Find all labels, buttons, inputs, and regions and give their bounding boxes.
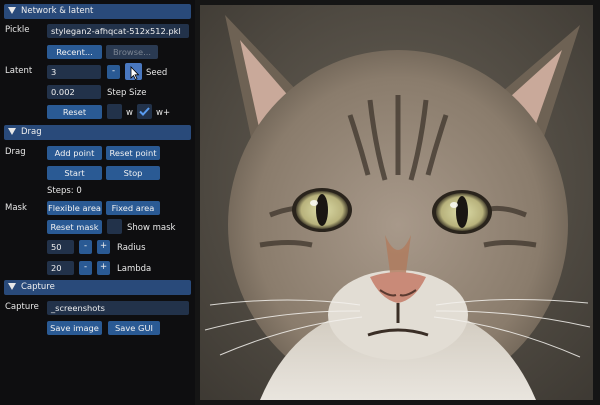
reset-point-button[interactable]: Reset point (106, 146, 160, 160)
collapse-arrow-icon (8, 7, 16, 14)
step-size-input[interactable]: 0.002 (47, 85, 101, 99)
checkmark-icon (139, 107, 150, 116)
w-checkbox[interactable] (107, 104, 122, 119)
collapse-arrow-icon (8, 283, 16, 290)
pickle-path-field[interactable]: stylegan2-afhqcat-512x512.pkl (47, 24, 189, 38)
lambda-label: Lambda (117, 264, 152, 274)
generated-cat-image[interactable] (200, 5, 593, 400)
wplus-label: w+ (156, 108, 171, 118)
mouse-cursor-icon (130, 66, 140, 81)
flexible-area-button[interactable]: Flexible area (47, 201, 102, 215)
browse-button[interactable]: Browse... (106, 45, 158, 59)
fixed-area-button[interactable]: Fixed area (106, 201, 160, 215)
show-mask-label: Show mask (127, 223, 176, 233)
latent-label: Latent (5, 66, 33, 76)
seed-increment-button[interactable] (125, 63, 142, 81)
drag-label: Drag (5, 147, 26, 157)
start-button[interactable]: Start (47, 166, 102, 180)
radius-increment-button[interactable]: + (97, 240, 110, 254)
lambda-increment-button[interactable]: + (97, 261, 110, 275)
section-title: Capture (21, 282, 55, 292)
section-header-network[interactable]: Network & latent (4, 4, 191, 19)
save-image-button[interactable]: Save image (47, 321, 102, 335)
stop-button[interactable]: Stop (106, 166, 160, 180)
steps-counter: Steps: 0 (47, 186, 82, 196)
section-title: Network & latent (21, 6, 94, 16)
seed-decrement-button[interactable]: - (107, 65, 120, 79)
seed-input[interactable]: 3 (47, 65, 101, 79)
w-label: w (126, 108, 133, 118)
radius-label: Radius (117, 243, 146, 253)
radius-input[interactable]: 50 (47, 240, 74, 254)
pickle-label: Pickle (5, 25, 30, 35)
reset-mask-button[interactable]: Reset mask (47, 220, 102, 234)
cat-photo-illustration (200, 5, 593, 400)
section-header-capture[interactable]: Capture (4, 280, 191, 295)
lambda-decrement-button[interactable]: - (79, 261, 92, 275)
seed-label: Seed (146, 68, 168, 78)
collapse-arrow-icon (8, 128, 16, 135)
control-panel: Network & latent Pickle stylegan2-afhqca… (0, 0, 195, 405)
show-mask-checkbox[interactable] (107, 219, 122, 234)
wplus-checkbox[interactable] (137, 104, 152, 119)
recent-button[interactable]: Recent... (47, 45, 102, 59)
reset-latent-button[interactable]: Reset (47, 105, 102, 119)
save-gui-button[interactable]: Save GUI (108, 321, 160, 335)
section-header-drag[interactable]: Drag (4, 125, 191, 140)
capture-label: Capture (5, 302, 39, 312)
capture-path-field[interactable]: _screenshots (47, 301, 189, 315)
radius-decrement-button[interactable]: - (79, 240, 92, 254)
mask-label: Mask (5, 203, 27, 213)
step-size-label: Step Size (107, 88, 147, 98)
add-point-button[interactable]: Add point (47, 146, 102, 160)
lambda-input[interactable]: 20 (47, 261, 74, 275)
section-title: Drag (21, 127, 42, 137)
